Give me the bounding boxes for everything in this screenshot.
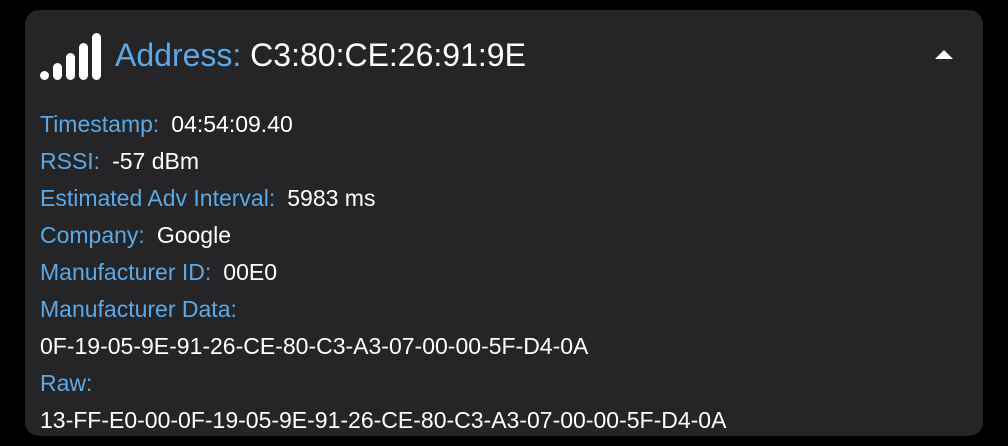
rssi-value: -57 dBm	[112, 148, 200, 174]
timestamp-row: Timestamp: 04:54:09.40	[40, 106, 968, 143]
signal-bar-4	[79, 43, 88, 80]
raw-value: 13-FF-E0-00-0F-19-05-9E-91-26-CE-80-C3-A…	[40, 407, 727, 433]
manufacturer-id-row: Manufacturer ID: 00E0	[40, 254, 968, 291]
manufacturer-id-label: Manufacturer ID:	[40, 259, 212, 285]
manufacturer-data-value: 0F-19-05-9E-91-26-CE-80-C3-A3-07-00-00-5…	[40, 333, 589, 359]
manufacturer-data-label: Manufacturer Data:	[40, 296, 237, 322]
device-details: Timestamp: 04:54:09.40 RSSI: -57 dBm Estim…	[40, 106, 968, 439]
company-value: Google	[156, 222, 231, 248]
company-row: Company: Google	[40, 217, 968, 254]
manufacturer-id-value: 00E0	[223, 259, 278, 285]
company-label: Company:	[40, 222, 145, 248]
address-value: C3:80:CE:26:91:9E	[250, 37, 526, 73]
address-label: Address:	[115, 37, 242, 73]
signal-bar-2	[53, 63, 62, 80]
device-card: Address: C3:80:CE:26:91:9E Timestamp: 04:…	[25, 10, 983, 436]
signal-bar-1	[40, 71, 49, 80]
timestamp-label: Timestamp:	[40, 111, 160, 137]
raw-label: Raw:	[40, 370, 93, 396]
adv-interval-label: Estimated Adv Interval:	[40, 185, 276, 211]
caret-up-icon[interactable]	[935, 50, 953, 59]
signal-strength-icon	[40, 32, 101, 80]
signal-bar-3	[66, 53, 75, 80]
signal-bar-5	[92, 33, 101, 80]
rssi-row: RSSI: -57 dBm	[40, 143, 968, 180]
timestamp-value: 04:54:09.40	[171, 111, 293, 137]
adv-interval-row: Estimated Adv Interval: 5983 ms	[40, 180, 968, 217]
device-header[interactable]: Address: C3:80:CE:26:91:9E	[40, 30, 526, 80]
rssi-label: RSSI:	[40, 148, 101, 174]
adv-interval-value: 5983 ms	[287, 185, 376, 211]
address-title: Address: C3:80:CE:26:91:9E	[115, 30, 526, 80]
